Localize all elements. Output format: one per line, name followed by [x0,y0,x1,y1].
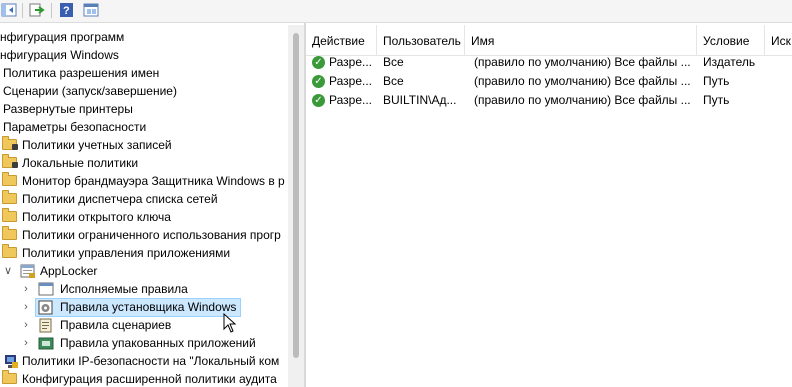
tree-item-public-key-policies[interactable]: Политики открытого ключа [0,208,288,226]
export-list-icon[interactable] [29,2,46,18]
chevron-right-icon[interactable]: › [21,298,31,316]
table-row[interactable]: ✓ Разре... Все (правило по умолчанию) Вс… [306,72,792,91]
tree-item-deployed-printers[interactable]: Развернутые принтеры [0,100,288,118]
lock-icon [12,162,18,168]
column-header-condition[interactable]: Условие [697,25,765,55]
folder-icon [2,244,17,258]
tree-item-advanced-audit-config[interactable]: Конфигурация расширенной политики аудита [0,370,288,387]
rules-list-view: Действие Пользователь Имя Условие Иск ✓ … [306,25,792,387]
list-header: Действие Пользователь Имя Условие Иск [306,25,792,56]
tree-item-ip-security-policies[interactable]: Политики IP-безопасности на "Локальный к… [0,352,288,370]
scrollbar-thumb[interactable] [293,33,299,358]
tree-item-firewall-monitor[interactable]: Монитор брандмауэра Защитника Windows в … [0,172,288,190]
console-tree: нфигурация программ нфигурация Windows П… [0,25,288,387]
column-header-action[interactable]: Действие [306,25,377,55]
tree-item-scripts[interactable]: Сценарии (запуск/завершение) [0,82,288,100]
table-row[interactable]: ✓ Разре... BUILTIN\Ад... (правило по умо… [306,91,792,110]
toolbar: ? [0,0,792,23]
tree-item-network-list-policies[interactable]: Политики диспетчера списка сетей [0,190,288,208]
svg-text:?: ? [63,5,70,17]
tree-item-executable-rules[interactable]: › Исполняемые правила [0,280,288,298]
column-header-exceptions[interactable]: Иск [765,25,792,55]
tree-item-packaged-app-rules[interactable]: › Правила упакованных приложений [0,334,288,352]
folder-icon [2,226,17,240]
show-hide-pane-icon[interactable] [83,2,100,18]
chevron-right-icon[interactable]: › [21,316,31,334]
tree-item-windows-installer-rules[interactable]: › Правила установщика Windows [0,298,288,316]
tree-item-security-settings[interactable]: Параметры безопасности [0,118,288,136]
tree-item-account-policies[interactable]: Политики учетных записей [0,136,288,154]
folder-icon [2,208,17,222]
chevron-right-icon[interactable]: › [21,334,31,352]
tree-item-name-resolution-policy[interactable]: Политика разрешения имен [0,64,288,82]
tree-item-software-restriction[interactable]: Политики ограниченного использования про… [0,226,288,244]
tree-item-windows-config[interactable]: нфигурация Windows [0,46,288,64]
back-icon[interactable] [1,2,18,18]
column-header-user[interactable]: Пользователь [377,25,465,55]
tree-vertical-scrollbar[interactable] [288,25,304,387]
tree-item-app-control-policies[interactable]: Политики управления приложениями [0,244,288,262]
chevron-right-icon[interactable]: › [21,280,31,298]
column-header-name[interactable]: Имя [465,25,697,55]
tree-item-applocker[interactable]: ∨ AppLocker [0,262,288,280]
folder-icon [2,190,17,204]
folder-icon [2,370,17,384]
tree-item-local-policies[interactable]: Локальные политики [0,154,288,172]
folder-icon [2,172,17,186]
chevron-down-icon[interactable]: ∨ [3,262,13,280]
tree-item-script-rules[interactable]: › Правила сценариев [0,316,288,334]
lock-icon [12,144,18,150]
mouse-cursor-icon [223,312,237,333]
table-row[interactable]: ✓ Разре... Все (правило по умолчанию) Вс… [306,53,792,72]
tree-item-software-config[interactable]: нфигурация программ [0,28,288,46]
help-icon[interactable]: ? [59,2,76,18]
